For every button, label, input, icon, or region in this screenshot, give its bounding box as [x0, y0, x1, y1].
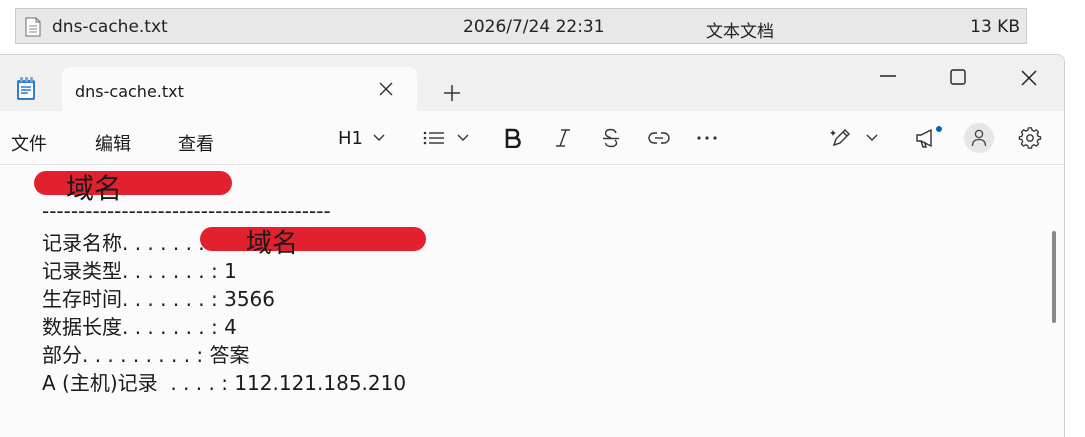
link-icon: [648, 132, 670, 144]
vertical-scrollbar[interactable]: [1052, 231, 1056, 323]
file-type: 文本文档: [706, 22, 774, 42]
close-window-icon[interactable]: [1020, 69, 1038, 87]
notepad-window: dns-cache.txt 文件 编辑 查看 H1 域名 -----------…: [0, 54, 1065, 437]
record-name-label: 记录名称. . . . . . .: [42, 231, 205, 255]
bold-button[interactable]: [505, 125, 521, 151]
text-file-icon: [25, 17, 41, 37]
tab-dns-cache[interactable]: dns-cache.txt: [62, 67, 417, 111]
maximize-icon[interactable]: [950, 69, 966, 85]
file-modified-date: 2026/7/24 22:31: [463, 17, 605, 37]
file-row[interactable]: dns-cache.txt 2026/7/24 22:31 文本文档 13 KB: [15, 8, 1027, 44]
person-icon: [971, 129, 987, 147]
menu-edit[interactable]: 编辑: [95, 130, 131, 156]
separator-line: ----------------------------------------: [42, 199, 331, 223]
more-options-button[interactable]: [697, 125, 717, 151]
file-size: 13 KB: [970, 17, 1020, 37]
tab-title: dns-cache.txt: [75, 82, 184, 101]
redaction-mark: [34, 171, 232, 195]
section-line: 部分. . . . . . . . . : 答案: [42, 343, 250, 367]
copilot-rewrite-dropdown[interactable]: [830, 125, 878, 151]
menu-file[interactable]: 文件: [11, 130, 47, 156]
redaction-mark: [200, 227, 426, 251]
gear-icon: [1018, 127, 1042, 149]
record-name-value: 域名: [246, 229, 299, 259]
notepad-app-icon: [17, 77, 35, 100]
strikethrough-icon: [603, 128, 619, 148]
bulleted-list-icon: [423, 131, 444, 145]
list-dropdown[interactable]: [423, 125, 469, 151]
menu-view[interactable]: 查看: [178, 130, 214, 156]
chevron-down-icon: [866, 134, 878, 141]
more-icon: [697, 136, 717, 140]
a-record-line: A (主机)记录 . . . . : 112.121.185.210: [42, 371, 407, 395]
bold-icon: [505, 128, 521, 148]
megaphone-icon: [916, 126, 942, 148]
notification-dot: [936, 126, 942, 132]
strikethrough-button[interactable]: [602, 125, 620, 151]
new-tab-icon[interactable]: [443, 84, 461, 102]
minimize-icon[interactable]: [880, 74, 896, 78]
heading-label: H1: [338, 127, 363, 149]
settings-button[interactable]: [1018, 125, 1042, 151]
record-type-line: 记录类型. . . . . . . : 1: [42, 259, 237, 283]
explorer-file-list: dns-cache.txt 2026/7/24 22:31 文本文档 13 KB: [0, 0, 1085, 54]
data-length-line: 数据长度. . . . . . . : 4: [42, 315, 237, 339]
italic-icon: [556, 129, 570, 147]
text-editor[interactable]: 域名 -------------------------------------…: [0, 165, 1064, 437]
menu-bar: 文件 编辑 查看 H1: [0, 111, 1064, 165]
pen-sparkle-icon: [830, 129, 850, 147]
link-button[interactable]: [648, 125, 670, 151]
whats-new-button[interactable]: [914, 125, 942, 151]
heading-dropdown[interactable]: H1: [338, 125, 385, 151]
account-avatar[interactable]: [964, 123, 994, 153]
ttl-line: 生存时间. . . . . . . : 3566: [42, 287, 275, 311]
italic-button[interactable]: [555, 125, 571, 151]
chevron-down-icon: [373, 134, 385, 141]
file-name: dns-cache.txt: [52, 17, 168, 37]
chevron-down-icon: [457, 134, 469, 141]
close-tab-icon[interactable]: [378, 81, 394, 97]
title-bar: dns-cache.txt: [0, 55, 1064, 111]
